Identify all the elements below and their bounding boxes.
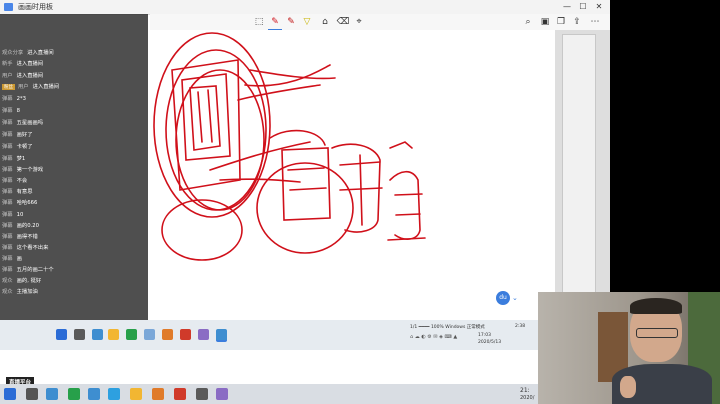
ink-stroke — [153, 32, 271, 218]
ink-stroke — [389, 141, 413, 149]
chat-line: 弹幕 10 — [2, 212, 24, 218]
chat-line: 观众 主播加油 — [2, 289, 38, 295]
task-view-icon[interactable] — [92, 329, 103, 340]
chat-line: 弹幕 第一个游戏 — [2, 167, 44, 173]
webcam-glasses — [636, 328, 678, 338]
app-icon — [4, 3, 13, 11]
app-icon-blue[interactable] — [88, 388, 100, 400]
ink-stroke — [359, 154, 363, 226]
chat-line: 弹幕 不会 — [2, 178, 28, 184]
share-icon[interactable]: ⇪ — [570, 15, 584, 29]
app-icon-cyan[interactable] — [108, 388, 120, 400]
highlighter-icon[interactable]: ▽ — [300, 15, 314, 29]
watermark-brand: 斗鱼 — [6, 352, 39, 370]
ink-stroke — [249, 69, 336, 80]
chat-line: 弹幕 五星画画吗 — [2, 120, 44, 126]
ink-stroke — [281, 147, 331, 221]
ink-stroke — [269, 129, 326, 146]
chat-line: 弹幕 有意思 — [2, 189, 33, 195]
webcam-hair — [630, 298, 682, 314]
app-icon-purple[interactable] — [198, 329, 209, 340]
ink-stroke — [197, 89, 213, 143]
copy-icon[interactable]: ❐ — [554, 15, 568, 29]
ink-stroke — [256, 162, 354, 254]
chat-line: 弹幕 梦1 — [2, 156, 26, 162]
chat-line: 新手 进入直播间 — [2, 61, 44, 67]
ink-stroke — [161, 199, 243, 261]
start-icon[interactable] — [4, 388, 16, 400]
tray-icons[interactable]: ⌂ ☁ ◐ ⚙ ✉ ◈ ⌨ ▲ — [410, 334, 457, 340]
drawing-app-taskbar-icon[interactable] — [216, 329, 227, 342]
outer-clock-date: 2020/ — [520, 395, 535, 401]
app-icon-green[interactable] — [126, 329, 137, 340]
more-icon[interactable]: ⋯ — [588, 15, 602, 29]
lasso-icon[interactable]: ⌖ — [352, 15, 366, 29]
app-icon-red[interactable] — [180, 329, 191, 340]
ink-stroke — [387, 237, 426, 241]
chat-line: 粉丝 用户 进入直播间 — [2, 84, 60, 90]
ink-stroke — [189, 85, 221, 151]
chat-line: 用户 进入直播间 — [2, 73, 44, 79]
folder-icon[interactable] — [130, 388, 142, 400]
app-icon-orange[interactable] — [152, 388, 164, 400]
ink-strokes — [153, 32, 426, 261]
pen-red-icon[interactable]: ✎ — [268, 15, 282, 31]
title-bar: 画画时用板 — ☐ ✕ — [0, 0, 610, 15]
search-taskbar-icon[interactable] — [74, 329, 85, 340]
task-view-icon[interactable] — [46, 388, 58, 400]
search-icon[interactable]: ⌕ — [521, 15, 535, 29]
app-icon-blue[interactable] — [144, 329, 155, 340]
assistant-expand-icon[interactable]: ⌄ — [512, 294, 518, 302]
pen-dark-icon[interactable]: ✎ — [284, 15, 298, 29]
maximize-button[interactable]: ☐ — [576, 2, 590, 11]
chat-line: 弹幕 画得不错 — [2, 234, 38, 240]
chat-line: 弹幕 画好了 — [2, 132, 33, 138]
folder-icon[interactable] — [108, 329, 119, 340]
chat-line: 弹幕画 — [2, 256, 22, 262]
app-icon-orange[interactable] — [162, 329, 173, 340]
app-icon-red[interactable] — [174, 388, 186, 400]
start-icon[interactable] — [56, 329, 67, 340]
douyu-watermark: 斗鱼 直播平台 — [6, 354, 38, 388]
fan-badge: 粉丝 — [2, 84, 15, 90]
app-icon-purple[interactable] — [216, 388, 228, 400]
outer-clock-time: 21: — [520, 387, 530, 394]
ink-stroke — [237, 84, 321, 101]
inner-taskbar: 1/1 ━━━━ 100% Windows 正常模式 2:38 ⌂ ☁ ◐ ⚙ … — [0, 320, 540, 350]
ink-stroke — [389, 170, 421, 240]
save-icon[interactable]: ▣ — [538, 15, 552, 29]
close-button[interactable]: ✕ — [592, 2, 606, 11]
chat-line: 弹幕 8 — [2, 108, 20, 114]
chat-line: 弹幕 哈哈666 — [2, 200, 38, 206]
inner-clock-date: 2020/5/13 — [478, 340, 502, 345]
chat-line: 观众 画的, 挺好 — [2, 278, 42, 284]
ink-stroke — [165, 49, 267, 211]
chat-line: 观众分享 进入直播间 — [2, 50, 54, 56]
chat-line: 弹幕 这个看不出来 — [2, 245, 49, 251]
webcam-hand — [620, 376, 636, 398]
app-icon-green[interactable] — [68, 388, 80, 400]
eraser-icon[interactable]: ⌫ — [336, 15, 350, 29]
ink-stroke — [287, 167, 327, 191]
live-chat-overlay: 观众分享 进入直播间 新手 进入直播间 用户 进入直播间 粉丝 用户 进入直播间 弹幕 2*… — [0, 14, 148, 320]
drawing-canvas[interactable] — [150, 30, 555, 310]
inner-clock-time: 17:03 — [478, 333, 491, 338]
search-taskbar-icon[interactable] — [26, 388, 38, 400]
ink-toolbar: ⬚ ✎ ✎ ▽ ⌂ ⌫ ⌖ ⌕ ▣ ❐ ⇪ ⋯ — [150, 14, 610, 31]
minimize-button[interactable]: — — [560, 2, 574, 11]
shapes-icon[interactable]: ⌂ — [318, 15, 332, 29]
chat-line: 弹幕 卡顿了 — [2, 144, 33, 150]
chat-line: 弹幕 五月的画二十个 — [2, 267, 54, 273]
app-icon-gray[interactable] — [196, 388, 208, 400]
select-tool-icon[interactable]: ⬚ — [252, 15, 266, 29]
chat-line: 弹幕 2*3 — [2, 96, 26, 102]
status-info: 1/1 ━━━━ 100% Windows 正常模式 — [410, 325, 485, 330]
assistant-button[interactable]: du — [496, 291, 510, 305]
window-title: 画画时用板 — [18, 3, 53, 11]
webcam-feed — [538, 292, 720, 404]
status-time-right: 2:38 — [515, 324, 526, 329]
page-thumbnail[interactable] — [562, 34, 596, 306]
chat-line: 弹幕 画的0.20 — [2, 223, 39, 229]
